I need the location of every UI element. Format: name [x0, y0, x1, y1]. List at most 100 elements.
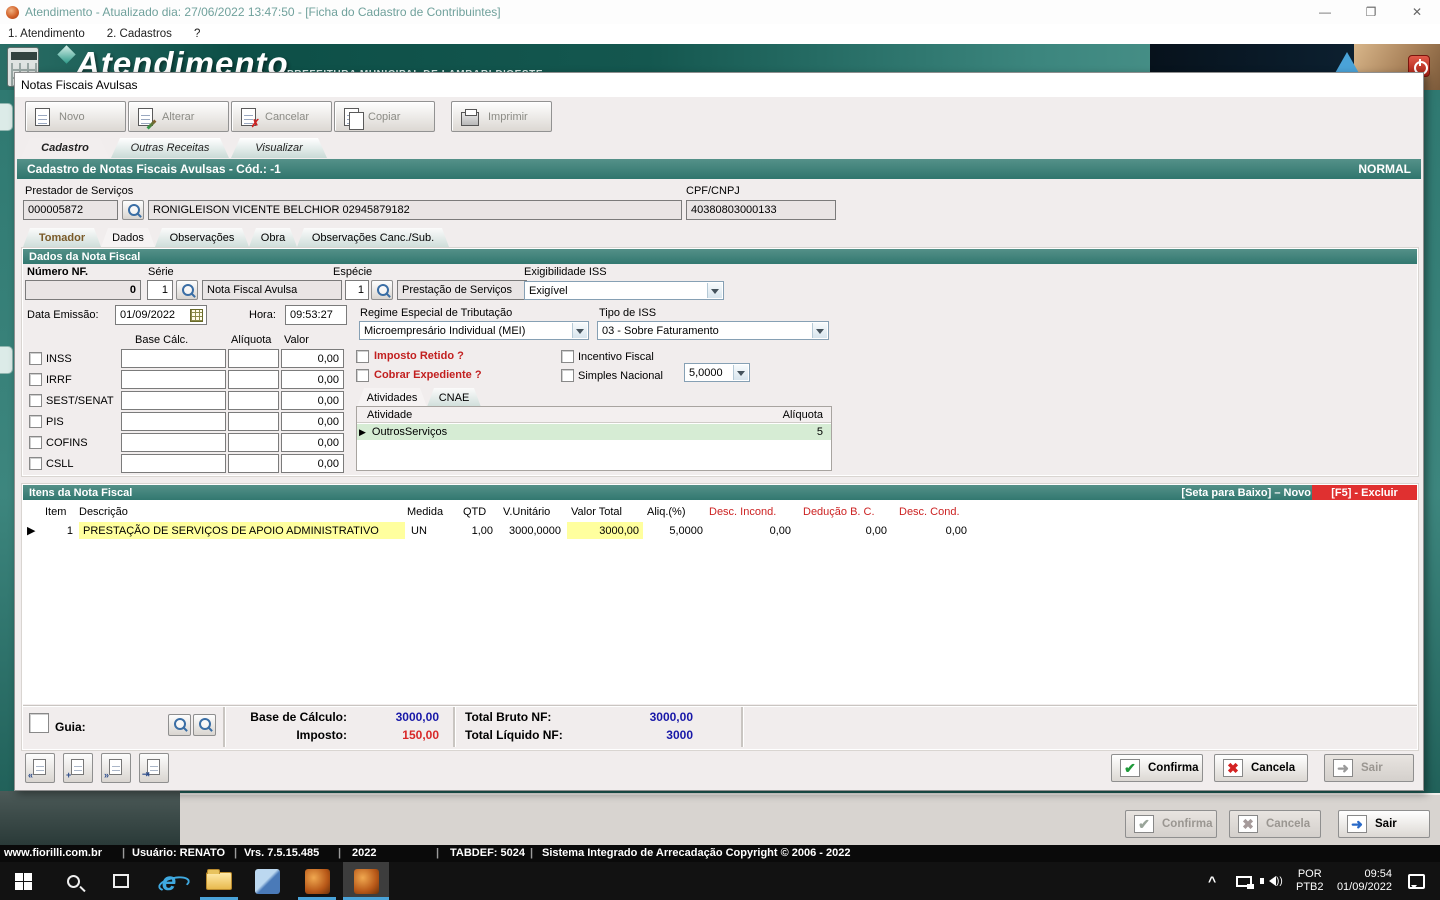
csll-base-field[interactable] — [121, 454, 226, 473]
cofins-checkbox[interactable] — [29, 436, 42, 449]
close-button[interactable]: ✕ — [1394, 0, 1440, 24]
prestador-nome-field[interactable]: RONIGLEISON VICENTE BELCHIOR 02945879182 — [148, 200, 682, 220]
exigibilidade-select[interactable]: Exigível — [524, 281, 724, 300]
regime-select[interactable]: Microempresário Individual (MEI) — [359, 321, 589, 340]
sest-aliquota-field[interactable] — [228, 391, 279, 410]
cofins-valor-field[interactable]: 0,00 — [281, 433, 344, 452]
tab-visualizar[interactable]: Visualizar — [231, 138, 327, 158]
inss-checkbox[interactable] — [29, 352, 42, 365]
menu-cadastros[interactable]: 2. Cadastros — [107, 28, 172, 40]
search-serie-button[interactable] — [176, 280, 198, 300]
especie-num-field[interactable]: 1 — [345, 280, 369, 300]
pis-valor-field[interactable]: 0,00 — [281, 412, 344, 431]
cancela-button[interactable]: ✖ Cancela — [1214, 754, 1308, 782]
imposto-retido-checkbox[interactable] — [356, 350, 369, 363]
volume-icon[interactable]: )) — [1260, 862, 1283, 900]
confirma-button[interactable]: ✔ Confirma — [1111, 754, 1203, 782]
sest-checkbox[interactable] — [29, 394, 42, 407]
deducao-cell[interactable]: 0,00 — [797, 522, 891, 539]
nav-first-button[interactable]: « — [25, 753, 55, 783]
guia-print-button[interactable] — [193, 714, 216, 736]
novo-button[interactable]: Novo — [25, 101, 126, 132]
item-cell[interactable]: 1 — [41, 522, 77, 539]
alterar-button[interactable]: Alterar — [128, 101, 229, 132]
minimize-button[interactable]: — — [1302, 0, 1348, 24]
pis-checkbox[interactable] — [29, 415, 42, 428]
desc-incond-cell[interactable]: 0,00 — [709, 522, 795, 539]
cobrar-expediente-checkbox[interactable] — [356, 369, 369, 382]
nav-last-button[interactable]: ⇥ — [139, 753, 169, 783]
csll-aliquota-field[interactable] — [228, 454, 279, 473]
inss-aliquota-field[interactable] — [228, 349, 279, 368]
calendar-icon[interactable] — [190, 309, 203, 322]
qtd-cell[interactable]: 1,00 — [461, 522, 497, 539]
tab-cadastro[interactable]: Cadastro — [21, 138, 109, 158]
outer-confirma-button[interactable]: ✔ Confirma — [1125, 810, 1217, 838]
app-window-icon[interactable] — [244, 862, 290, 900]
copiar-button[interactable]: Copiar — [334, 101, 435, 132]
search-especie-button[interactable] — [371, 280, 393, 300]
tab-dados[interactable]: Dados — [101, 228, 155, 247]
search-prestador-button[interactable] — [122, 200, 144, 220]
tab-observacoes-canc[interactable]: Observações Canc./Sub. — [297, 228, 449, 247]
nav-next-button[interactable]: » — [101, 753, 131, 783]
descricao-cell[interactable]: PRESTAÇÃO DE SERVIÇOS DE APOIO ADMINISTR… — [79, 522, 405, 539]
serie-field[interactable]: 1 — [147, 280, 173, 300]
cancelar-button[interactable]: ✗ Cancelar — [231, 101, 332, 132]
irrf-checkbox[interactable] — [29, 373, 42, 386]
vunitario-cell[interactable]: 3000,0000 — [499, 522, 565, 539]
simples-nacional-checkbox[interactable] — [561, 369, 574, 382]
csll-valor-field[interactable]: 0,00 — [281, 454, 344, 473]
nav-insert-button[interactable]: + — [63, 753, 93, 783]
network-icon[interactable] — [1236, 862, 1254, 900]
medida-cell[interactable]: UN — [407, 522, 461, 539]
sest-valor-field[interactable]: 0,00 — [281, 391, 344, 410]
pis-aliquota-field[interactable] — [228, 412, 279, 431]
notification-center-icon[interactable] — [1408, 862, 1425, 900]
left-edge-tab[interactable] — [0, 346, 13, 374]
irrf-aliquota-field[interactable] — [228, 370, 279, 389]
tipo-iss-select[interactable]: 03 - Sobre Faturamento — [597, 321, 829, 340]
guia-checkbox[interactable] — [29, 713, 49, 733]
tab-atividades[interactable]: Atividades — [357, 388, 427, 407]
fiorilli-app-icon[interactable] — [294, 862, 340, 900]
desc-cond-cell[interactable]: 0,00 — [893, 522, 971, 539]
aliquota-simples-select[interactable]: 5,0000 — [684, 363, 750, 382]
atividade-row[interactable]: ▶ OutrosServiços 5 — [357, 424, 831, 440]
irrf-valor-field[interactable]: 0,00 — [281, 370, 344, 389]
taskbar-search-icon[interactable] — [50, 862, 96, 900]
cofins-aliquota-field[interactable] — [228, 433, 279, 452]
menu-atendimento[interactable]: 1. Atendimento — [8, 28, 85, 40]
imprimir-button[interactable]: Imprimir — [451, 101, 552, 132]
sest-base-field[interactable] — [121, 391, 226, 410]
internet-explorer-icon[interactable]: e — [146, 862, 192, 900]
cpf-field[interactable]: 40380803000133 — [686, 200, 836, 220]
pis-base-field[interactable] — [121, 412, 226, 431]
fiorilli-app-active-icon[interactable] — [343, 862, 389, 900]
tab-observacoes[interactable]: Observações — [155, 228, 249, 247]
left-edge-tab[interactable] — [0, 103, 13, 131]
outer-cancela-button[interactable]: ✖ Cancela — [1229, 810, 1321, 838]
file-explorer-icon[interactable] — [196, 862, 242, 900]
prestador-codigo-field[interactable]: 000005872 — [23, 200, 118, 220]
task-view-icon[interactable] — [98, 862, 144, 900]
hora-field[interactable]: 09:53:27 — [285, 305, 347, 325]
outer-sair-button[interactable]: ➜ Sair — [1338, 810, 1430, 838]
tab-outras-receitas[interactable]: Outras Receitas — [111, 138, 229, 158]
menu-help[interactable]: ? — [194, 28, 200, 40]
aliq-cell[interactable]: 5,0000 — [645, 522, 707, 539]
especie-desc-field[interactable]: Prestação de Serviços — [397, 280, 527, 300]
tray-chevron-icon[interactable]: ^ — [1208, 862, 1216, 900]
cofins-base-field[interactable] — [121, 433, 226, 452]
incentivo-fiscal-checkbox[interactable] — [561, 350, 574, 363]
irrf-base-field[interactable] — [121, 370, 226, 389]
clock[interactable]: 09:54 01/09/2022 — [1330, 862, 1392, 900]
csll-checkbox[interactable] — [29, 457, 42, 470]
serie-desc-field[interactable]: Nota Fiscal Avulsa — [202, 280, 342, 300]
start-button[interactable] — [0, 862, 46, 900]
guia-preview-button[interactable] — [168, 714, 191, 736]
data-emissao-field[interactable]: 01/09/2022 — [115, 305, 207, 325]
restore-button[interactable]: ❐ — [1348, 0, 1394, 24]
tab-tomador[interactable]: Tomador — [23, 228, 101, 247]
numero-nf-field[interactable]: 0 — [25, 280, 141, 300]
